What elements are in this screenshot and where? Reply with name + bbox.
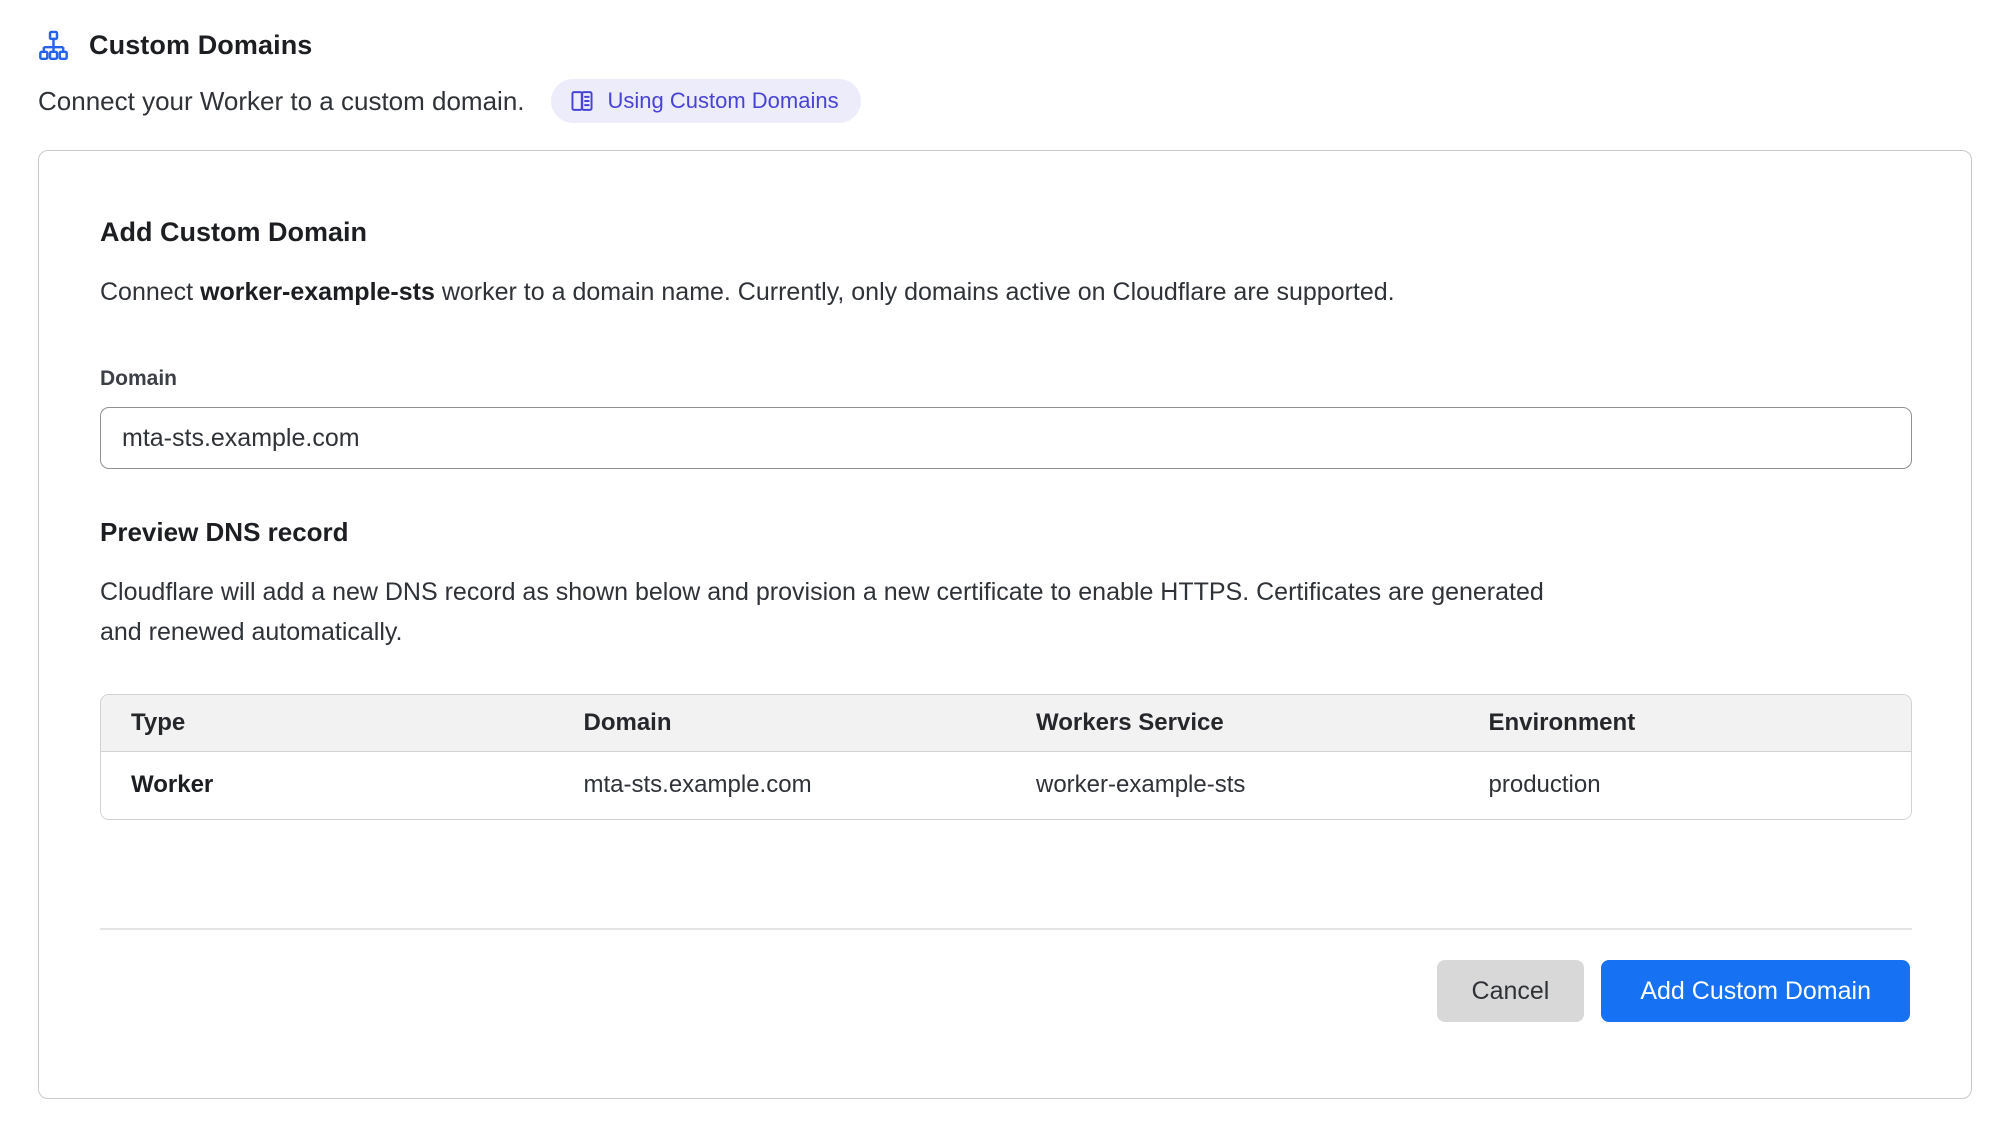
worker-name: worker-example-sts	[200, 278, 435, 306]
sitemap-icon	[38, 30, 69, 61]
domain-field-label: Domain	[100, 367, 1910, 391]
cell-domain: mta-sts.example.com	[554, 751, 1007, 819]
dns-record-table: Type Domain Workers Service Environment …	[100, 694, 1912, 820]
table-header-row: Type Domain Workers Service Environment	[101, 695, 1911, 751]
intro-prefix: Connect	[100, 278, 200, 306]
domain-field-group: Domain	[100, 367, 1910, 469]
open-book-icon	[569, 88, 595, 114]
cell-environment: production	[1459, 751, 1912, 819]
add-custom-domain-card: Add Custom Domain Connect worker-example…	[38, 150, 1972, 1099]
subtitle-row: Connect your Worker to a custom domain. …	[38, 79, 1971, 123]
using-custom-domains-docs-link[interactable]: Using Custom Domains	[551, 79, 861, 123]
column-header-workers-service: Workers Service	[1006, 695, 1459, 751]
cell-type: Worker	[101, 751, 554, 819]
add-custom-domain-button[interactable]: Add Custom Domain	[1601, 960, 1910, 1022]
card-intro-text: Connect worker-example-sts worker to a d…	[100, 278, 1910, 307]
column-header-domain: Domain	[554, 695, 1007, 751]
column-header-environment: Environment	[1459, 695, 1912, 751]
domain-input[interactable]	[100, 407, 1912, 469]
intro-suffix: worker to a domain name. Currently, only…	[435, 278, 1395, 306]
title-row: Custom Domains	[38, 30, 1971, 61]
card-heading: Add Custom Domain	[100, 217, 1910, 248]
docs-badge-label: Using Custom Domains	[608, 88, 839, 114]
column-header-type: Type	[101, 695, 554, 751]
cell-workers-service: worker-example-sts	[1006, 751, 1459, 819]
page-header: Custom Domains Connect your Worker to a …	[38, 30, 1971, 123]
page-title: Custom Domains	[89, 30, 312, 61]
preview-dns-description: Cloudflare will add a new DNS record as …	[100, 572, 1560, 652]
card-actions: Cancel Add Custom Domain	[100, 960, 1910, 1022]
cancel-button[interactable]: Cancel	[1437, 960, 1585, 1022]
preview-dns-heading: Preview DNS record	[100, 517, 1910, 548]
page-subtitle: Connect your Worker to a custom domain.	[38, 86, 525, 117]
table-row: Worker mta-sts.example.com worker-exampl…	[101, 751, 1911, 819]
footer-divider	[100, 928, 1912, 930]
custom-domains-page: Custom Domains Connect your Worker to a …	[0, 0, 1999, 1099]
